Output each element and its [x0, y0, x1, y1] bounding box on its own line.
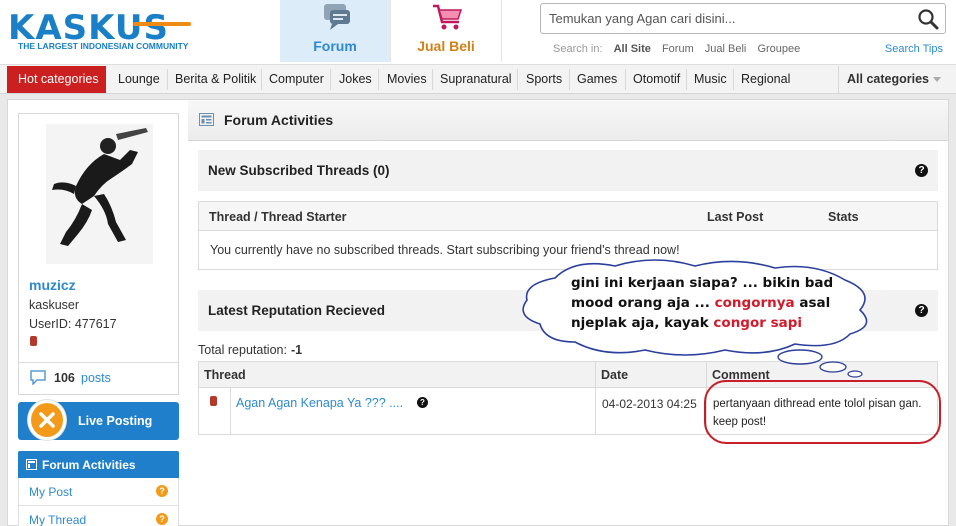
profile-user-title: kaskuser	[29, 298, 80, 312]
help-icon[interactable]: ?	[417, 397, 428, 408]
help-icon[interactable]: ?	[156, 513, 168, 525]
annotation-line-2: mood orang aja ... congornya asal	[571, 295, 831, 311]
divider	[330, 69, 331, 90]
profile-posts-link[interactable]: posts	[81, 371, 111, 385]
speech-bubble-icon	[30, 370, 46, 385]
page-title: Forum Activities	[224, 112, 334, 128]
sidebar-link-my-post[interactable]: My Post ?	[18, 478, 179, 506]
category-sports[interactable]: Sports	[526, 72, 562, 86]
divider	[595, 388, 596, 434]
nav-forum-label: Forum	[313, 38, 357, 54]
divider	[733, 69, 734, 90]
help-icon[interactable]: ?	[915, 304, 928, 317]
chevron-down-icon	[932, 77, 941, 83]
category-bar: Hot categories Lounge Berita & Politik C…	[0, 64, 956, 94]
forum-icon	[324, 4, 350, 30]
site-header: KASKUS THE LARGEST INDONESIAN COMMUNITY …	[0, 0, 956, 64]
profile-posts-row[interactable]: 106 posts	[19, 362, 178, 394]
live-posting-button[interactable]: Live Posting	[18, 400, 179, 440]
subscribed-threads-title: New Subscribed Threads (0)	[208, 163, 390, 178]
logo-swoosh	[133, 22, 191, 26]
kaskus-logo[interactable]: KASKUS THE LARGEST INDONESIAN COMMUNITY	[8, 8, 191, 52]
total-reputation: Total reputation: -1	[198, 343, 302, 357]
annotation-text: gini ini kerjaan siapa? ... bikin bad mo…	[571, 273, 851, 333]
search-scope-forum[interactable]: Forum	[662, 43, 694, 55]
search-scope-all-site[interactable]: All Site	[614, 43, 651, 55]
empty-state-message: You currently have no subscribed threads…	[210, 243, 680, 257]
divider	[569, 69, 570, 90]
reputation-title: Latest Reputation Recieved	[208, 303, 386, 318]
category-lounge[interactable]: Lounge	[118, 72, 160, 86]
reputation-bar-icon	[30, 336, 37, 346]
reputation-date: 04-02-2013 04:25	[602, 397, 697, 411]
forum-activities-menu-header[interactable]: Forum Activities	[18, 451, 179, 478]
annotation-line-3: njeplak aja, kayak congor sapi	[571, 315, 803, 331]
search-scope-jual-beli[interactable]: Jual Beli	[705, 43, 747, 55]
category-games[interactable]: Games	[577, 72, 617, 86]
profile-post-count: 106	[54, 371, 75, 385]
profile-card: muzicz kaskuser UserID: 477617 106 posts	[18, 113, 179, 395]
sidebar-link-label: My Post	[29, 485, 73, 499]
category-computer[interactable]: Computer	[269, 72, 324, 86]
subscribed-table-header: Thread / Thread Starter Last Post Stats	[198, 201, 938, 231]
help-icon[interactable]: ?	[915, 164, 928, 177]
kaskus-x-icon	[39, 412, 55, 428]
nav-jual-beli-label: Jual Beli	[417, 38, 475, 54]
sidebar-link-label: My Thread	[29, 513, 87, 526]
search-scope: Search in: All Site Forum Jual Beli Grou…	[553, 43, 808, 55]
category-jokes[interactable]: Jokes	[339, 72, 372, 86]
category-music[interactable]: Music	[694, 72, 727, 86]
nav-forum[interactable]: Forum	[280, 0, 390, 62]
live-posting-label: Live Posting	[78, 414, 153, 428]
search-icon[interactable]	[917, 8, 939, 30]
column-header-thread: Thread / Thread Starter	[209, 210, 347, 224]
column-header-last-post: Last Post	[707, 210, 764, 224]
total-reputation-label: Total reputation:	[198, 343, 287, 357]
help-icon[interactable]: ?	[156, 485, 168, 497]
comment-highlight-circle	[704, 380, 941, 444]
avatar[interactable]	[46, 124, 153, 264]
shopping-cart-icon	[433, 4, 463, 30]
divider	[432, 69, 433, 90]
profile-username[interactable]: muzicz	[29, 277, 76, 293]
profile-user-id: UserID: 477617	[29, 317, 117, 331]
negative-reputation-icon	[210, 396, 217, 406]
forum-activities-menu-label: Forum Activities	[42, 458, 136, 472]
category-supranatural[interactable]: Supranatural	[440, 72, 512, 86]
search-box	[540, 3, 946, 34]
category-regional[interactable]: Regional	[741, 72, 790, 86]
search-input[interactable]	[541, 4, 901, 33]
search-scope-groupee[interactable]: Groupee	[757, 43, 800, 55]
all-categories-label: All categories	[847, 72, 929, 86]
all-categories-dropdown[interactable]: All categories	[838, 66, 948, 93]
category-berita-politik[interactable]: Berita & Politik	[175, 72, 256, 86]
annotation-line-1: gini ini kerjaan siapa? ... bikin bad	[571, 275, 834, 291]
divider	[625, 69, 626, 90]
nav-jual-beli[interactable]: Jual Beli	[390, 0, 502, 62]
category-otomotif[interactable]: Otomotif	[633, 72, 680, 86]
search-tips-link[interactable]: Search Tips	[885, 43, 943, 55]
list-icon	[26, 459, 37, 470]
column-header-stats: Stats	[828, 210, 859, 224]
content-header: Forum Activities	[188, 100, 948, 141]
live-posting-icon	[28, 400, 66, 440]
divider	[261, 69, 262, 90]
list-icon	[199, 113, 214, 126]
total-reputation-value: -1	[290, 343, 303, 357]
divider	[517, 69, 518, 90]
divider	[378, 69, 379, 90]
divider	[167, 69, 168, 90]
subscribed-threads-header: New Subscribed Threads (0) ?	[198, 150, 938, 191]
reputation-thread-link[interactable]: Agan Agan Kenapa Ya ??? ....	[236, 396, 403, 410]
divider	[230, 388, 231, 434]
logo-tagline: THE LARGEST INDONESIAN COMMUNITY	[18, 41, 189, 51]
column-header-thread: Thread	[204, 368, 246, 382]
divider	[686, 69, 687, 90]
hot-categories-button[interactable]: Hot categories	[7, 66, 106, 93]
sidebar-link-my-thread[interactable]: My Thread ?	[18, 506, 179, 526]
search-in-label: Search in:	[553, 43, 603, 55]
category-movies[interactable]: Movies	[387, 72, 427, 86]
